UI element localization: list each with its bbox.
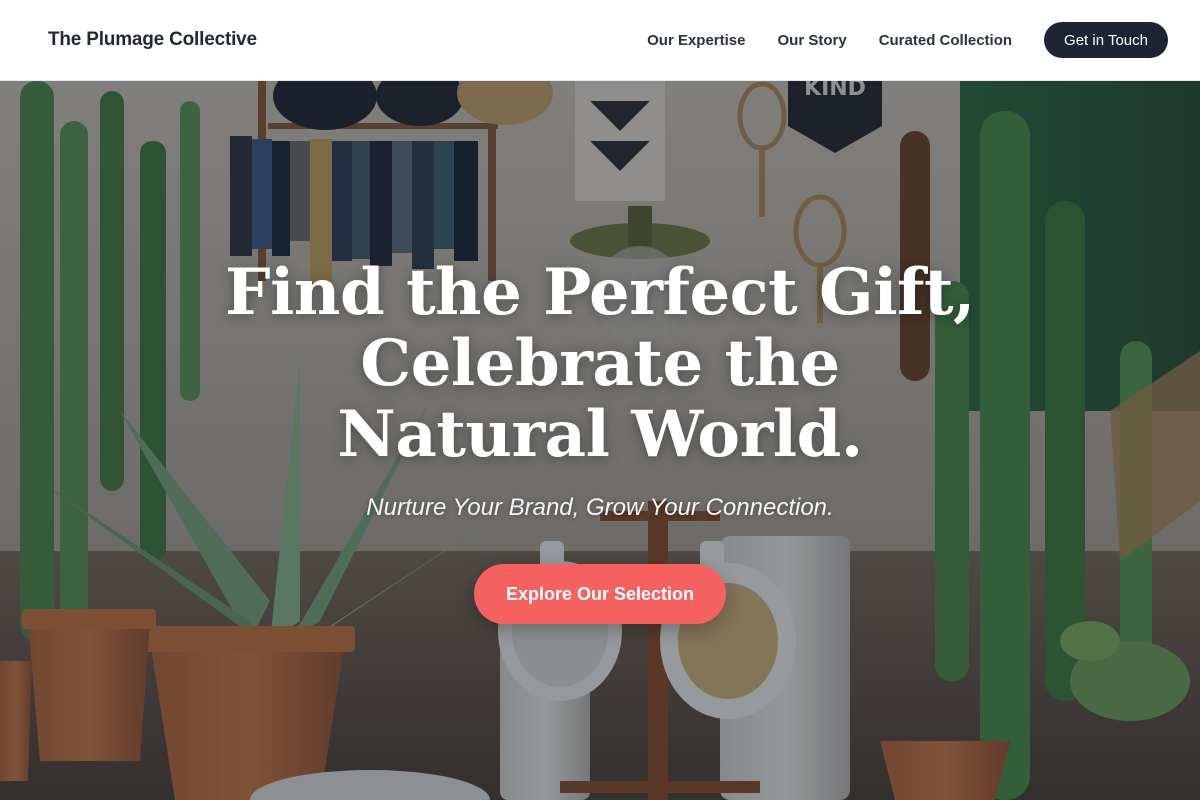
brand-logo-text[interactable]: The Plumage Collective (48, 29, 257, 51)
explore-selection-button[interactable]: Explore Our Selection (473, 564, 727, 624)
hero-title: Find the Perfect Gift, Celebrate the Nat… (225, 255, 975, 472)
get-in-touch-button[interactable]: Get in Touch (1044, 22, 1168, 58)
hero-subtitle: Nurture Your Brand, Grow Your Connection… (366, 494, 834, 521)
nav-link-our-story[interactable]: Our Story (778, 32, 847, 49)
nav-link-curated-collection[interactable]: Curated Collection (879, 32, 1012, 49)
site-header: The Plumage Collective Our Expertise Our… (0, 0, 1200, 81)
hero-content: Find the Perfect Gift, Celebrate the Nat… (0, 81, 1200, 800)
main-nav: Our Expertise Our Story Curated Collecti… (647, 22, 1168, 58)
nav-link-our-expertise[interactable]: Our Expertise (647, 32, 745, 49)
hero-section: KIND Find the Perfect Gift, Celebrate th… (0, 81, 1200, 800)
